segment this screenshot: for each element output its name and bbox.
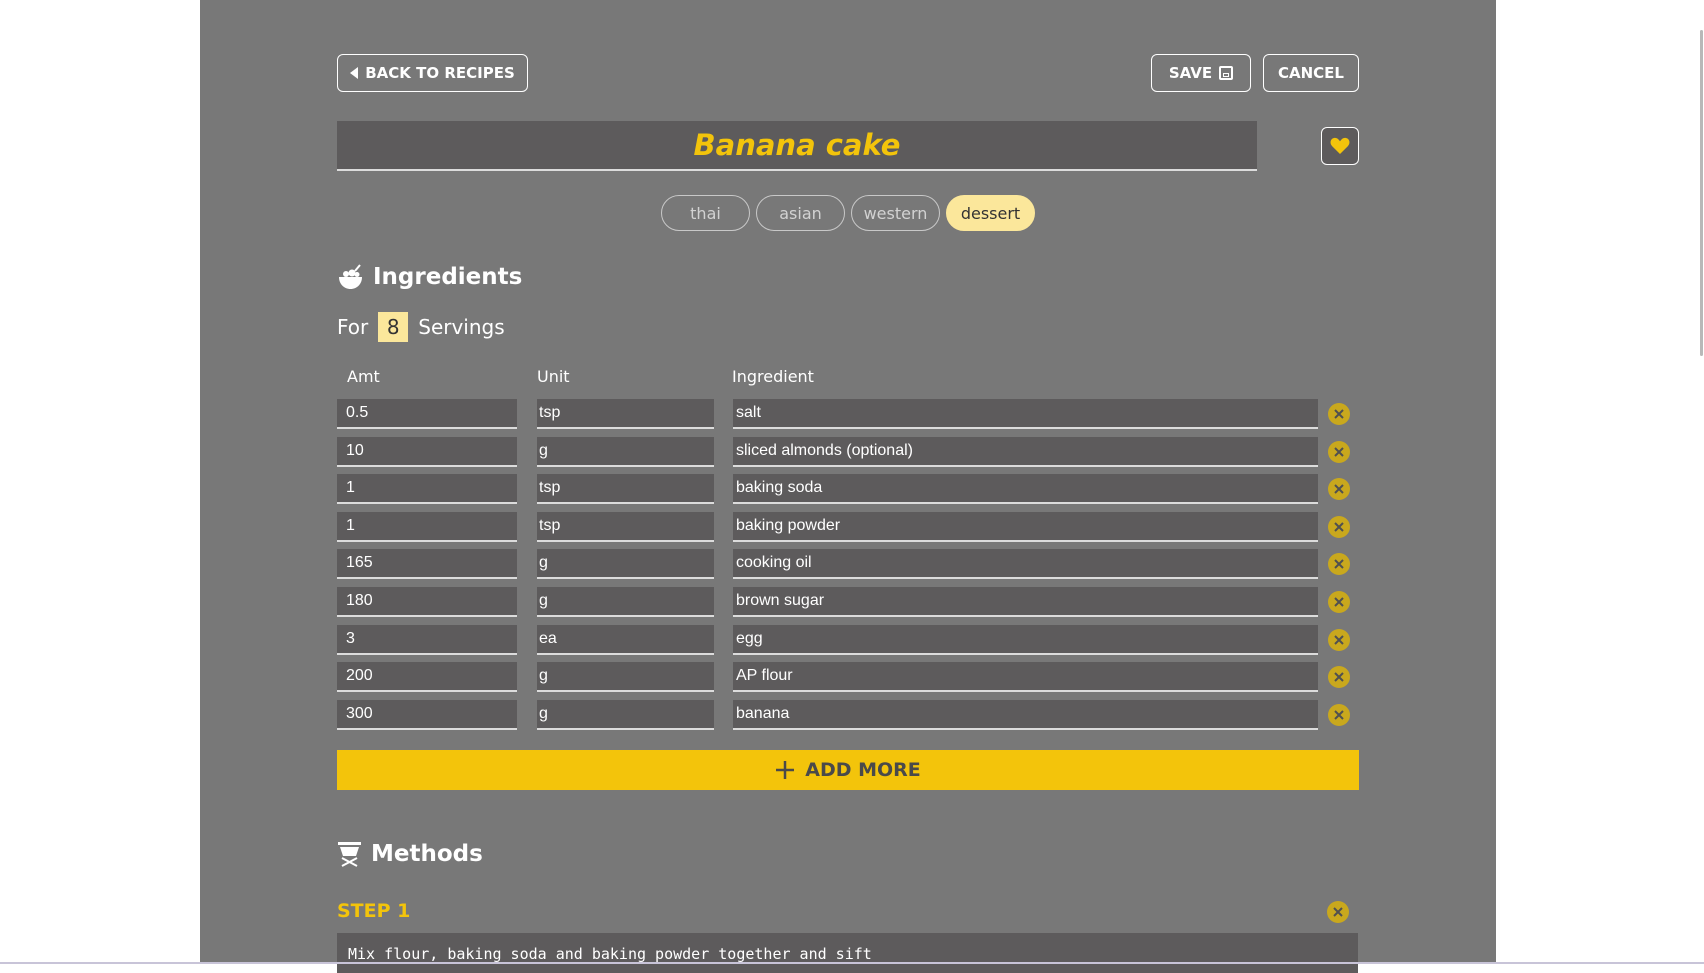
ingredient-field[interactable]: baking soda bbox=[733, 474, 1318, 505]
ingredient-row: 300 g banana bbox=[337, 699, 1357, 730]
bowl-icon bbox=[339, 264, 362, 289]
amount-field[interactable]: 200 bbox=[337, 662, 517, 693]
ingredient-field[interactable]: salt bbox=[733, 399, 1318, 429]
close-icon bbox=[1334, 484, 1344, 494]
scrollbar-thumb[interactable] bbox=[1700, 30, 1703, 356]
back-to-recipes-button[interactable]: BACK TO RECIPES bbox=[337, 54, 528, 92]
tag-list: thai asian western dessert bbox=[661, 195, 1035, 231]
amount-field[interactable]: 3 bbox=[337, 624, 517, 655]
remove-step-button[interactable] bbox=[1327, 901, 1349, 923]
ingredient-list: 0.5 tsp salt 10 g sliced almonds (optional) 1 t… bbox=[337, 399, 1357, 737]
save-button[interactable]: SAVE bbox=[1151, 54, 1251, 92]
column-header-unit: Unit bbox=[537, 367, 570, 386]
amount-field[interactable]: 165 bbox=[337, 549, 517, 580]
amount-field[interactable]: 10 bbox=[337, 436, 517, 467]
recipe-title: Banana cake bbox=[693, 128, 901, 162]
unit-field[interactable]: g bbox=[537, 699, 714, 730]
tag-asian[interactable]: asian bbox=[756, 195, 845, 231]
amount-field[interactable]: 300 bbox=[337, 699, 517, 730]
remove-ingredient-button[interactable] bbox=[1328, 628, 1350, 651]
ingredient-field[interactable]: cooking oil bbox=[733, 549, 1318, 580]
step-1-text: Mix flour, baking soda and baking powder… bbox=[348, 945, 872, 963]
ingredient-field[interactable]: sliced almonds (optional) bbox=[733, 436, 1318, 467]
close-icon bbox=[1334, 409, 1344, 419]
ingredient-row: 200 g AP flour bbox=[337, 662, 1357, 693]
favorite-button[interactable] bbox=[1321, 127, 1359, 165]
ingredient-field[interactable]: brown sugar bbox=[733, 586, 1318, 617]
plus-icon bbox=[776, 761, 795, 779]
ingredient-row: 10 g sliced almonds (optional) bbox=[337, 436, 1357, 467]
close-icon bbox=[1334, 634, 1344, 645]
unit-field[interactable]: tsp bbox=[537, 399, 714, 429]
methods-title: Methods bbox=[371, 840, 483, 867]
servings-suffix: Servings bbox=[418, 315, 505, 339]
methods-heading: Methods bbox=[337, 840, 483, 867]
back-arrow-icon bbox=[350, 67, 359, 79]
ingredients-title: Ingredients bbox=[373, 264, 523, 290]
remove-ingredient-button[interactable] bbox=[1328, 590, 1350, 613]
heart-icon bbox=[1330, 137, 1350, 154]
ingredient-row: 1 tsp baking powder bbox=[337, 511, 1357, 542]
amount-field[interactable]: 1 bbox=[337, 474, 517, 505]
add-more-label: ADD MORE bbox=[805, 759, 921, 781]
close-icon bbox=[1334, 446, 1344, 457]
ingredient-row: 1 tsp baking soda bbox=[337, 474, 1357, 505]
cooking-pot-icon bbox=[338, 842, 361, 867]
close-icon bbox=[1334, 559, 1344, 570]
ingredient-field[interactable]: baking powder bbox=[733, 511, 1318, 542]
amount-field[interactable]: 0.5 bbox=[337, 399, 517, 429]
ingredient-row: 3 ea egg bbox=[337, 624, 1357, 655]
remove-ingredient-button[interactable] bbox=[1328, 515, 1350, 538]
unit-field[interactable]: g bbox=[537, 436, 714, 467]
servings-prefix: For bbox=[337, 315, 369, 339]
close-icon bbox=[1334, 522, 1344, 532]
column-header-amt: Amt bbox=[347, 367, 380, 386]
close-icon bbox=[1333, 907, 1343, 917]
remove-ingredient-button[interactable] bbox=[1328, 403, 1350, 425]
ingredient-field[interactable]: egg bbox=[733, 624, 1318, 655]
cancel-label: CANCEL bbox=[1278, 64, 1344, 82]
ingredient-field[interactable]: AP flour bbox=[733, 662, 1318, 693]
tag-thai[interactable]: thai bbox=[661, 195, 750, 231]
close-icon bbox=[1334, 710, 1344, 720]
unit-field[interactable]: g bbox=[537, 586, 714, 617]
remove-ingredient-button[interactable] bbox=[1328, 440, 1350, 463]
close-icon bbox=[1334, 672, 1344, 682]
remove-ingredient-button[interactable] bbox=[1328, 553, 1350, 576]
cancel-button[interactable]: CANCEL bbox=[1263, 54, 1359, 92]
amount-field[interactable]: 180 bbox=[337, 586, 517, 617]
amount-field[interactable]: 1 bbox=[337, 511, 517, 542]
tag-western[interactable]: western bbox=[851, 195, 940, 231]
add-more-button[interactable]: ADD MORE bbox=[337, 750, 1359, 790]
unit-field[interactable]: g bbox=[537, 549, 714, 580]
column-header-ingredient: Ingredient bbox=[732, 367, 814, 386]
ingredient-row: 165 g cooking oil bbox=[337, 549, 1357, 580]
ingredient-field[interactable]: banana bbox=[733, 699, 1318, 730]
unit-field[interactable]: g bbox=[537, 662, 714, 693]
remove-ingredient-button[interactable] bbox=[1328, 703, 1350, 726]
unit-field[interactable]: ea bbox=[537, 624, 714, 655]
ingredients-heading: Ingredients bbox=[337, 264, 522, 290]
unit-field[interactable]: tsp bbox=[537, 474, 714, 505]
close-icon bbox=[1334, 597, 1344, 607]
save-label: SAVE bbox=[1168, 64, 1213, 82]
step-1-label: STEP 1 bbox=[337, 900, 411, 922]
servings-input[interactable]: 8 bbox=[378, 312, 409, 342]
servings-row: For 8 Servings bbox=[337, 312, 505, 342]
step-1-textarea[interactable]: Mix flour, baking soda and baking powder… bbox=[337, 933, 1358, 973]
back-to-recipes-label: BACK TO RECIPES bbox=[365, 64, 515, 82]
tag-dessert[interactable]: dessert bbox=[946, 195, 1035, 231]
remove-ingredient-button[interactable] bbox=[1328, 478, 1350, 501]
recipe-title-input[interactable]: Banana cake bbox=[337, 121, 1257, 171]
remove-ingredient-button[interactable] bbox=[1328, 666, 1350, 689]
ingredient-row: 0.5 tsp salt bbox=[337, 399, 1357, 429]
floppy-disk-icon bbox=[1219, 66, 1234, 80]
unit-field[interactable]: tsp bbox=[537, 511, 714, 542]
ingredient-row: 180 g brown sugar bbox=[337, 586, 1357, 617]
